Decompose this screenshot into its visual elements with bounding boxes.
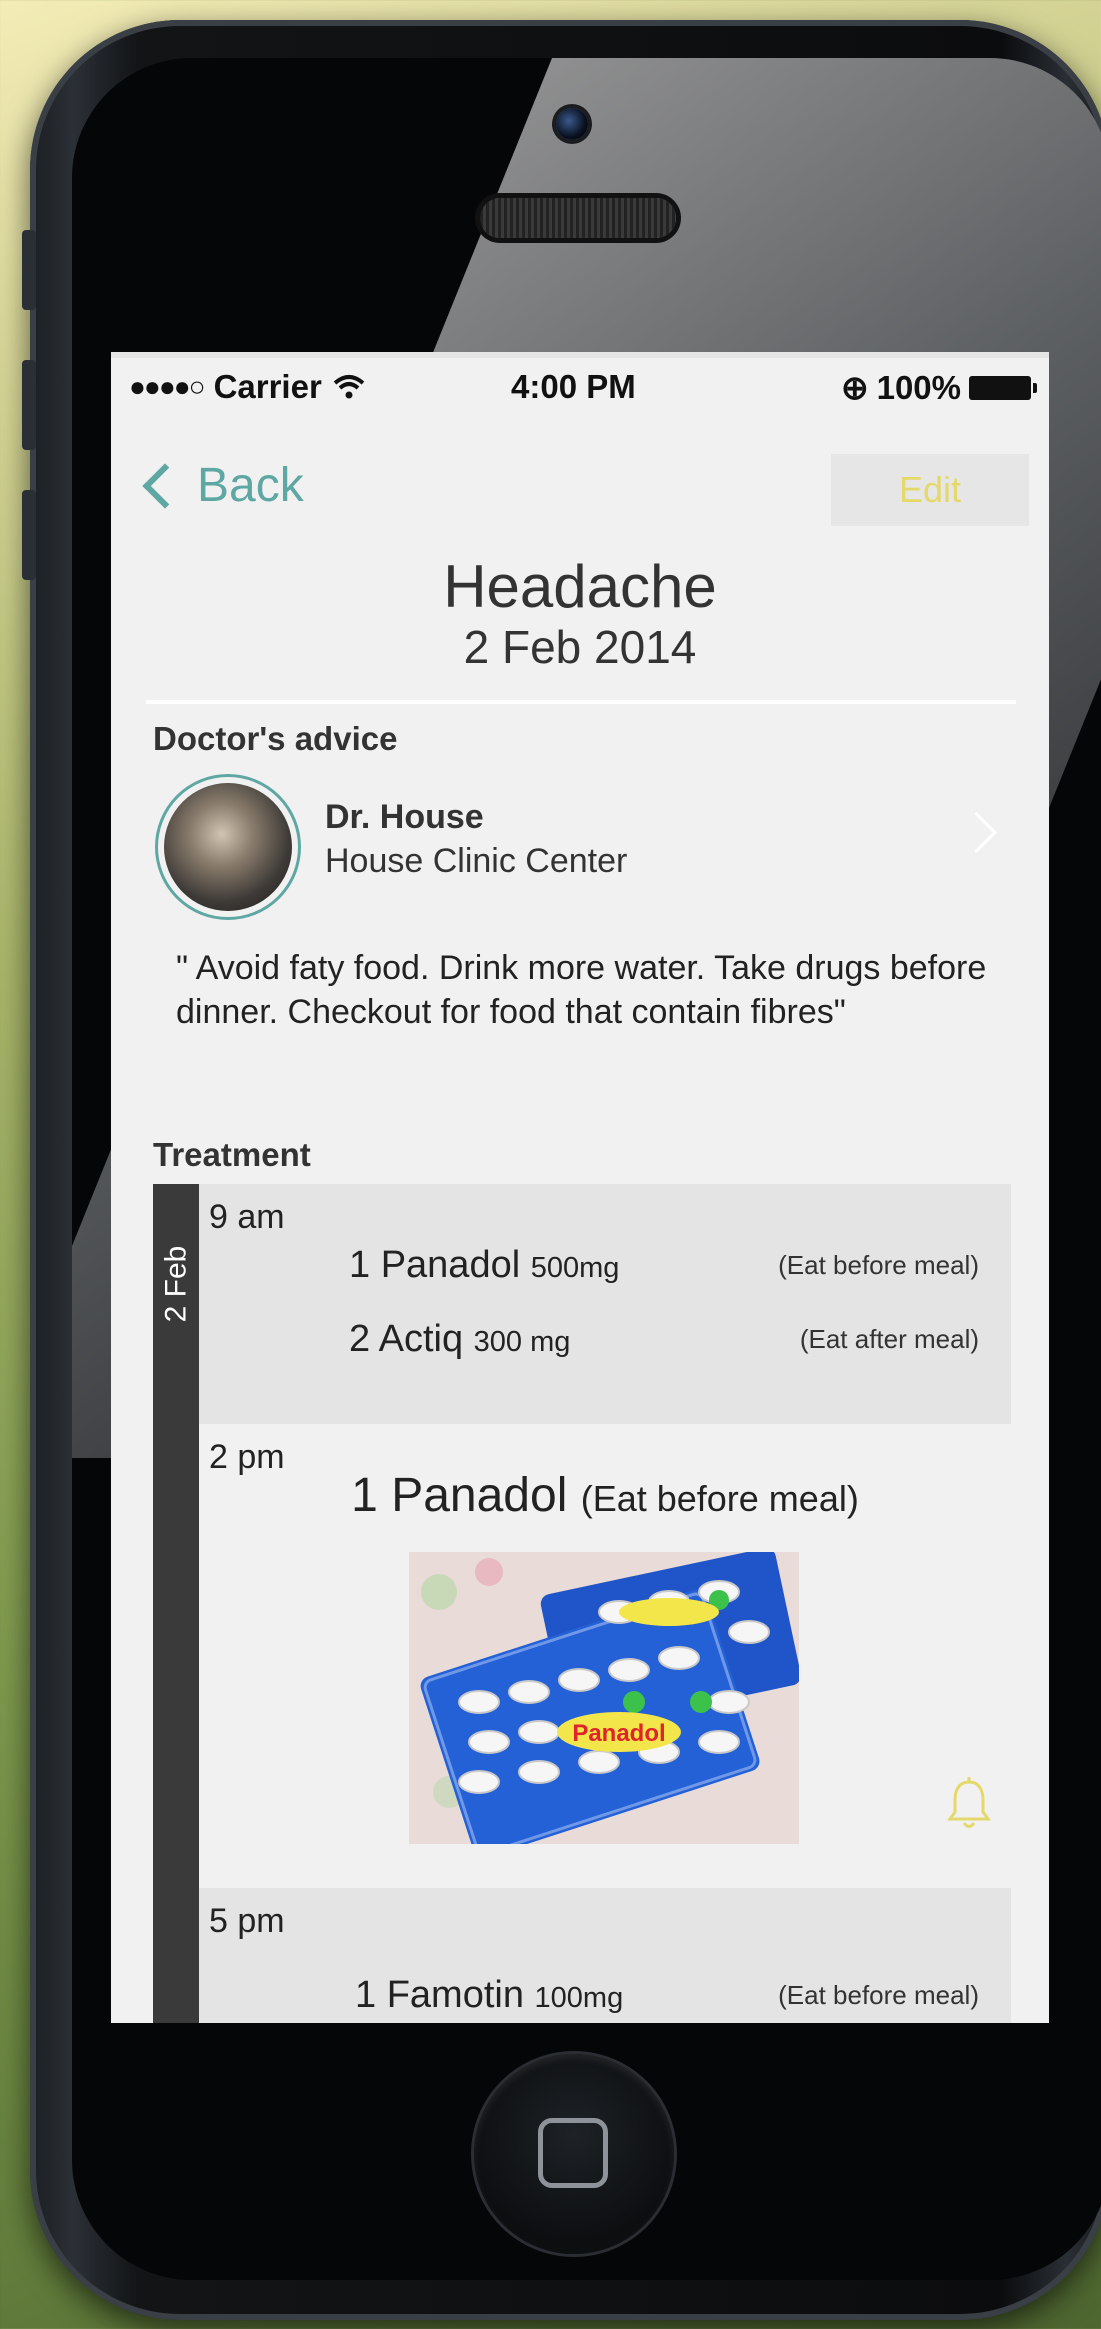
mute-switch bbox=[22, 230, 36, 310]
medication-photo[interactable]: Panadol bbox=[409, 1552, 799, 1844]
avatar[interactable] bbox=[155, 774, 301, 920]
med-row[interactable]: 2 Actiq 300 mg (Eat after meal) bbox=[349, 1318, 999, 1360]
back-label: Back bbox=[197, 459, 304, 512]
back-button[interactable]: Back bbox=[137, 458, 304, 513]
med-name: 1 Panadol 500mg bbox=[349, 1244, 620, 1286]
chevron-left-icon bbox=[142, 462, 188, 509]
med-name: 1 Panadol (Eat before meal) bbox=[351, 1469, 859, 1522]
time-slot-9am[interactable]: 9 am 1 Panadol 500mg (Eat before meal) 2… bbox=[199, 1184, 1011, 1424]
time-slot-5pm[interactable]: 5 pm 1 Famotin 100mg (Eat before meal) bbox=[199, 1888, 1011, 2023]
doctor-clinic: House Clinic Center bbox=[325, 842, 628, 880]
home-button[interactable] bbox=[474, 2054, 674, 2254]
chevron-right-icon[interactable] bbox=[955, 811, 998, 854]
earpiece-speaker bbox=[480, 198, 676, 238]
doctor-photo bbox=[164, 783, 292, 911]
advice-text: " Avoid faty food. Drink more water. Tak… bbox=[176, 949, 987, 1031]
svg-text:Panadol: Panadol bbox=[572, 1720, 665, 1747]
med-note: (Eat before meal) bbox=[778, 1250, 979, 1280]
med-name: 1 Famotin 100mg bbox=[355, 1974, 624, 2016]
doctor-name[interactable]: Dr. House bbox=[325, 798, 484, 837]
med-note: (Eat before meal) bbox=[778, 1980, 979, 2010]
med-note: (Eat after meal) bbox=[799, 1324, 979, 1354]
volume-down-button bbox=[22, 490, 36, 580]
front-camera bbox=[556, 108, 588, 140]
app-screen: ●●●●○ Carrier 4:00 PM ⊕ 100% Back Edit H… bbox=[111, 352, 1049, 2023]
timeline-date-label: 2 Feb bbox=[159, 1245, 192, 1323]
med-row[interactable]: 1 Panadol 500mg (Eat before meal) bbox=[349, 1244, 999, 1286]
signal-icon: ●●●●○ bbox=[129, 371, 206, 402]
slot-time: 9 am bbox=[209, 1198, 285, 1236]
page-title: Headache bbox=[443, 553, 717, 620]
carrier-label: Carrier bbox=[213, 368, 322, 405]
med-name: 2 Actiq 300 mg bbox=[349, 1318, 571, 1360]
med-row[interactable]: 1 Famotin 100mg (Eat before meal) bbox=[349, 1974, 999, 2016]
home-square-icon bbox=[538, 2118, 608, 2188]
battery-percent: 100% bbox=[876, 368, 961, 406]
time-slot-2pm[interactable]: 2 pm 1 Panadol (Eat before meal) Panadol bbox=[199, 1424, 1011, 1888]
treatment-heading: Treatment bbox=[153, 1136, 311, 1173]
advice-heading: Doctor's advice bbox=[153, 720, 398, 757]
wifi-icon bbox=[333, 375, 365, 399]
timeline-date: 2 Feb bbox=[153, 1184, 199, 1384]
bell-icon[interactable] bbox=[945, 1776, 993, 1832]
panadol-blister-image: Panadol bbox=[409, 1552, 799, 1844]
divider bbox=[146, 700, 1016, 704]
volume-up-button bbox=[22, 360, 36, 450]
edit-button[interactable]: Edit bbox=[831, 454, 1029, 526]
battery-icon bbox=[969, 375, 1037, 400]
clock: 4:00 PM bbox=[511, 368, 636, 405]
page-date: 2 Feb 2014 bbox=[463, 621, 697, 673]
slot-time: 5 pm bbox=[209, 1902, 285, 1940]
rotation-lock-icon: ⊕ bbox=[840, 369, 869, 406]
status-bar: ●●●●○ Carrier 4:00 PM ⊕ 100% bbox=[111, 358, 1049, 414]
